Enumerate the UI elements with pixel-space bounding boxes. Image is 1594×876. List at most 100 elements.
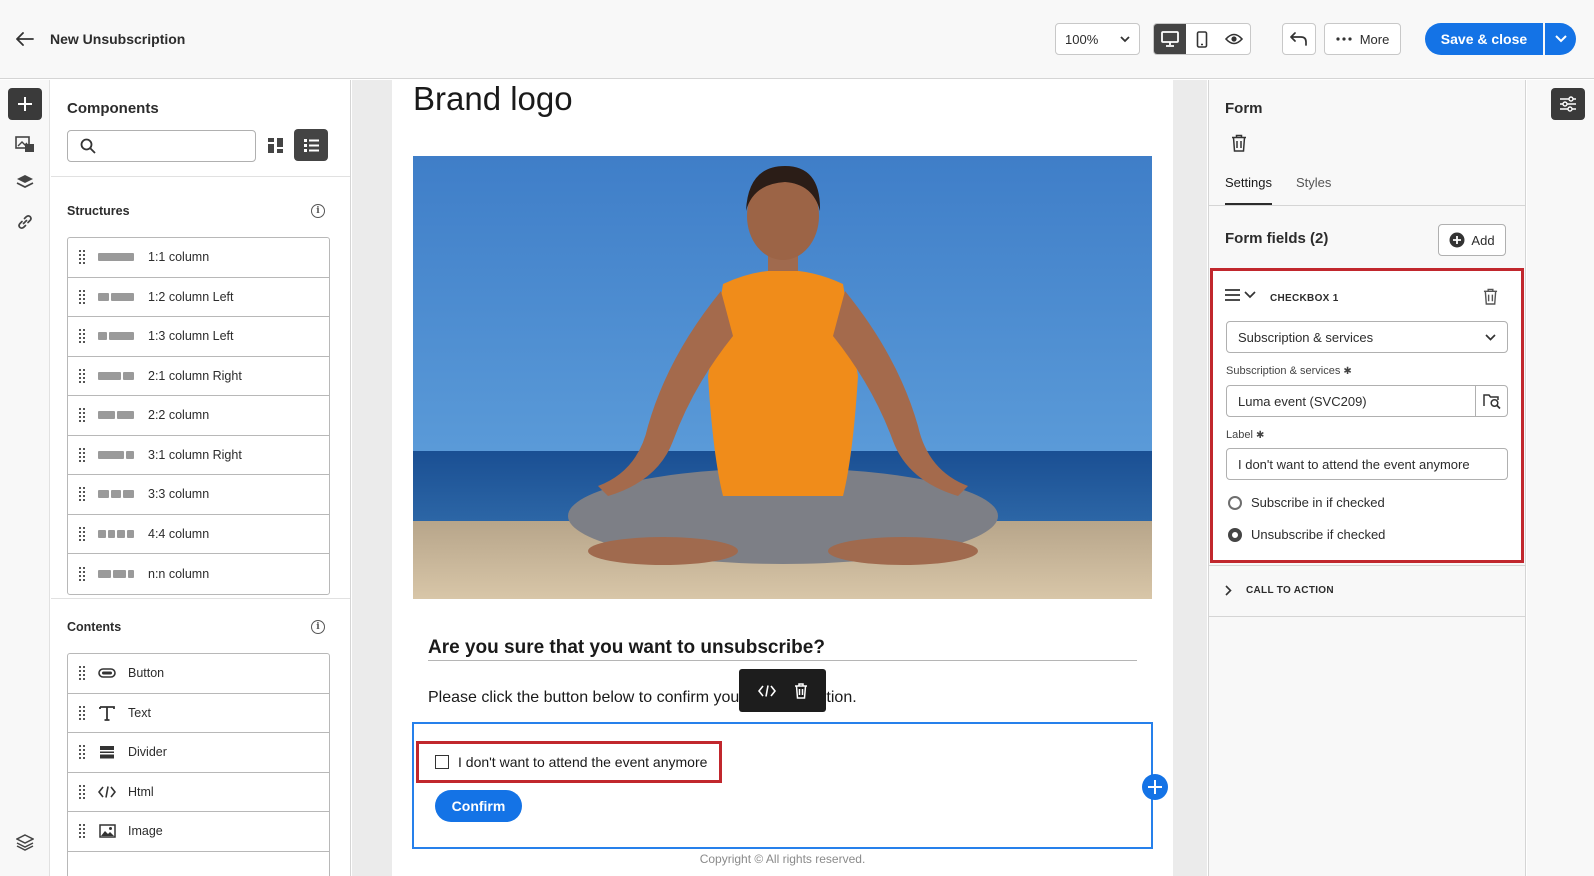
content-item-partial[interactable]: [68, 852, 329, 876]
column-layout-icon: [98, 371, 134, 380]
element-toolbar: [739, 669, 826, 712]
drag-handle-icon[interactable]: [68, 289, 96, 304]
grid-view-toggle[interactable]: [258, 129, 292, 161]
add-field-button[interactable]: Add: [1438, 224, 1506, 256]
brand-logo[interactable]: Brand logo: [413, 80, 573, 118]
structure-label: 4:4 column: [148, 526, 210, 541]
mobile-view-button[interactable]: [1186, 24, 1218, 54]
content-item-text[interactable]: Text: [68, 694, 329, 733]
view-mode-group: [1153, 23, 1251, 55]
service-input[interactable]: Luma event (SVC209): [1226, 385, 1476, 417]
save-close-button[interactable]: Save & close: [1425, 23, 1543, 55]
content-item-button[interactable]: Button: [68, 654, 329, 694]
structure-item[interactable]: n:n column: [68, 554, 329, 594]
component-search[interactable]: [67, 130, 256, 162]
unsubscribe-question[interactable]: Are you sure that you want to unsubscrib…: [428, 637, 825, 659]
trash-icon[interactable]: [1231, 134, 1247, 155]
field-type-select[interactable]: Subscription & services: [1226, 321, 1508, 353]
drag-handle-icon[interactable]: [68, 745, 96, 760]
copyright-text: Copyright © All rights reserved.: [699, 852, 866, 866]
info-icon[interactable]: i: [311, 204, 325, 218]
tab-settings[interactable]: Settings: [1225, 175, 1272, 205]
desktop-view-button[interactable]: [1154, 24, 1186, 54]
trash-icon[interactable]: [794, 682, 808, 699]
structure-item[interactable]: 4:4 column: [68, 515, 329, 554]
divider-icon: [96, 745, 118, 759]
properties-panel: Form Settings Styles Form fields (2) Add…: [1208, 80, 1526, 876]
more-button[interactable]: More: [1324, 23, 1401, 55]
drag-handle-icon[interactable]: [68, 705, 96, 720]
radio-label: Subscribe in if checked: [1251, 495, 1385, 510]
drag-handle-icon[interactable]: [68, 408, 96, 423]
structure-label: 1:3 column Left: [148, 329, 234, 344]
drag-handle-icon[interactable]: [68, 666, 96, 681]
back-arrow-icon[interactable]: [14, 28, 36, 50]
top-bar: New Unsubscription 100% More Save & clos…: [0, 0, 1594, 79]
confirm-button[interactable]: Confirm: [435, 790, 522, 822]
save-options-button[interactable]: [1545, 23, 1576, 55]
links-rail-button[interactable]: [8, 206, 42, 238]
structure-item[interactable]: 2:1 column Right: [68, 357, 329, 396]
column-layout-icon: [98, 529, 134, 538]
eye-icon: [1225, 33, 1243, 45]
layers-rail-button[interactable]: [8, 166, 42, 198]
hero-image[interactable]: [413, 156, 1152, 599]
content-item-divider[interactable]: Divider: [68, 733, 329, 773]
form-fields-title: Form fields (2): [1225, 230, 1329, 247]
field-expand-toggle[interactable]: [1225, 289, 1256, 301]
assets-rail-button[interactable]: [8, 128, 42, 160]
trash-icon[interactable]: [1483, 288, 1498, 308]
tab-styles[interactable]: Styles: [1296, 175, 1331, 205]
properties-rail-button[interactable]: [1551, 88, 1585, 120]
content-item-html[interactable]: Html: [68, 773, 329, 812]
column-layout-icon: [98, 411, 134, 420]
radio-subscribe-in[interactable]: Subscribe in if checked: [1228, 495, 1385, 510]
radio-unsubscribe[interactable]: Unsubscribe if checked: [1228, 527, 1385, 542]
contents-title: Contents: [67, 620, 122, 634]
chevron-down-icon: [1120, 35, 1130, 42]
search-input[interactable]: [104, 138, 244, 154]
components-panel: Components Structures i 1:1 column 1:2 co…: [51, 80, 351, 876]
form-block[interactable]: I don't want to attend the event anymore…: [412, 722, 1168, 849]
add-component-button[interactable]: [1142, 774, 1168, 800]
structure-item[interactable]: 3:1 column Right: [68, 436, 329, 475]
radio-button[interactable]: [1228, 495, 1242, 510]
structure-label: 1:1 column: [148, 250, 210, 265]
structure-item[interactable]: 1:2 column Left: [68, 278, 329, 317]
drag-handle-icon[interactable]: [68, 526, 96, 541]
undo-button[interactable]: [1282, 23, 1316, 55]
structure-label: 3:1 column Right: [148, 447, 242, 462]
drag-handle-icon[interactable]: [68, 447, 96, 462]
code-icon[interactable]: [757, 684, 776, 697]
column-layout-icon: [98, 450, 134, 459]
checkbox-square[interactable]: [435, 755, 449, 769]
info-icon[interactable]: i: [311, 620, 325, 634]
label-input[interactable]: I don't want to attend the event anymore: [1226, 448, 1508, 480]
unsubscribe-checkbox[interactable]: I don't want to attend the event anymore: [416, 741, 722, 783]
structure-item[interactable]: 1:1 column: [68, 238, 329, 278]
structure-item[interactable]: 2:2 column: [68, 396, 329, 436]
drag-handle-icon[interactable]: [68, 824, 96, 839]
call-to-action-section[interactable]: CALL TO ACTION: [1225, 585, 1334, 596]
page-title: New Unsubscription: [50, 31, 186, 47]
drag-handle-icon: [1225, 289, 1240, 301]
drag-handle-icon[interactable]: [68, 784, 96, 799]
content-item-image[interactable]: Image: [68, 812, 329, 852]
drag-handle-icon[interactable]: [68, 566, 96, 581]
preview-button[interactable]: [1218, 24, 1250, 54]
list-view-toggle[interactable]: [294, 129, 328, 161]
structure-item[interactable]: 3:3 column: [68, 475, 329, 515]
structure-tree-rail-button[interactable]: [8, 826, 42, 858]
browse-service-button[interactable]: [1475, 385, 1508, 417]
drag-handle-icon[interactable]: [68, 250, 96, 265]
drag-handle-icon[interactable]: [68, 368, 96, 383]
components-rail-button[interactable]: [8, 88, 42, 120]
radio-button-selected[interactable]: [1228, 527, 1242, 542]
chevron-right-icon: [1225, 585, 1232, 596]
ellipsis-icon: [1336, 37, 1352, 41]
drag-handle-icon[interactable]: [68, 329, 96, 344]
structure-item[interactable]: 1:3 column Left: [68, 317, 329, 357]
chevron-down-icon: [1485, 333, 1496, 341]
zoom-select[interactable]: 100%: [1055, 23, 1140, 55]
drag-handle-icon[interactable]: [68, 487, 96, 502]
